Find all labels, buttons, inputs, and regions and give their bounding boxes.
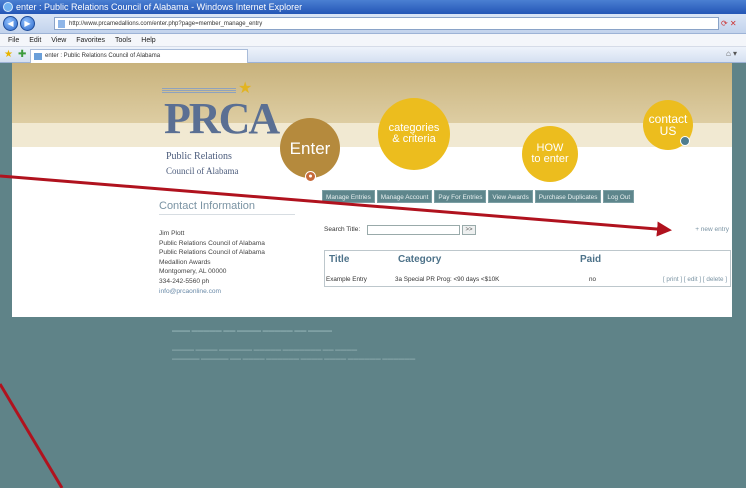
enter-label: Enter (289, 138, 331, 158)
nav-view-awards[interactable]: View Awards (488, 190, 533, 203)
tab-icon (34, 53, 42, 60)
search-row: Search Title: >> + new entry (324, 225, 731, 237)
nav-purchase-duplicates[interactable]: Purchase Duplicates (534, 190, 602, 203)
new-entry-link[interactable]: + new entry (695, 226, 729, 233)
column-header-paid: Paid (580, 254, 602, 265)
url-field[interactable]: http://www.prcamedallions.com/enter.php?… (54, 17, 719, 30)
menu-favorites[interactable]: Favorites (76, 37, 105, 44)
nav-log-out[interactable]: Log Out (603, 190, 635, 203)
logo-subtitle-1: Public Relations (166, 151, 232, 162)
enter-dot-icon: ● (305, 171, 316, 182)
how-label-2: to enter (531, 153, 569, 165)
categories-circle-button[interactable]: categories & criteria (378, 98, 450, 170)
entry-title-cell: Example Entry (326, 276, 367, 283)
nav-manage-account[interactable]: Manage Account (376, 190, 433, 203)
entries-table: Title Category Paid Example Entry 3a Spe… (324, 250, 731, 287)
search-title-label: Search Title: (324, 226, 361, 233)
nav-pay-for-entries[interactable]: Pay For Entries (434, 190, 487, 203)
menu-edit[interactable]: Edit (29, 37, 41, 44)
prca-logo[interactable]: ★ PRCA Public Relations Council of Alaba… (162, 81, 280, 203)
header-light-strip (12, 123, 732, 147)
header-band (12, 63, 732, 147)
tab-title: enter : Public Relations Council of Alab… (45, 53, 161, 59)
menu-tools[interactable]: Tools (115, 37, 131, 44)
contact-email-link[interactable]: info@prcaonline.com (159, 287, 265, 297)
page-icon (58, 20, 65, 28)
contact-line: 334-242-5560 ph (159, 277, 210, 285)
web-page: ★ PRCA Public Relations Council of Alaba… (0, 63, 746, 488)
contact-dot-icon (680, 136, 690, 146)
contact-line: Public Relations Council of Alabama (159, 239, 265, 247)
home-icon[interactable]: ⌂ ▾ (726, 49, 737, 58)
menu-help[interactable]: Help (141, 37, 155, 44)
logo-text: PRCA (164, 94, 280, 143)
search-submit-button[interactable]: >> (462, 225, 476, 235)
favorites-star-icon[interactable]: ★ (4, 49, 13, 61)
column-header-category: Category (398, 254, 442, 265)
menu-bar: File Edit View Favorites Tools Help (0, 34, 746, 47)
contact-details: Jim Plott Public Relations Council of Al… (159, 229, 265, 296)
tab-bar: ★ ✚ enter : Public Relations Council of … (0, 47, 746, 63)
add-favorite-icon[interactable]: ✚ (18, 49, 26, 61)
window-titlebar: enter : Public Relations Council of Alab… (0, 0, 746, 14)
browser-window: enter : Public Relations Council of Alab… (0, 0, 746, 488)
search-title-input[interactable] (367, 225, 460, 235)
ie-icon (3, 2, 13, 12)
menu-file[interactable]: File (8, 37, 19, 44)
address-bar: ◀ ▶ http://www.prcamedallions.com/enter.… (0, 14, 746, 34)
forward-button[interactable]: ▶ (20, 16, 35, 31)
footer-nav-line: ▬▬▬ ▬▬▬▬▬ ▬▬ ▬▬▬▬ ▬▬▬▬▬ ▬▬ ▬▬▬▬ (172, 328, 333, 334)
contact-line: Jim Plott (159, 230, 185, 237)
how-to-enter-circle-button[interactable]: HOW to enter (522, 126, 578, 182)
contact-label-2: US (659, 124, 677, 138)
contact-heading: Contact Information (159, 200, 255, 212)
column-header-title: Title (329, 254, 350, 265)
contact-line: Medallion Awards (159, 258, 211, 266)
contact-line: Public Relations Council of Alabama (159, 249, 265, 257)
categories-label-2: & criteria (392, 133, 436, 145)
tab-current[interactable]: enter : Public Relations Council of Alab… (30, 49, 248, 63)
url-text: http://www.prcamedallions.com/enter.php?… (69, 21, 263, 27)
refresh-stop-buttons[interactable]: ⟳ ✕ (721, 17, 743, 30)
footer-copyright-line: ▬▬▬▬ ▬▬▬▬ ▬▬▬▬▬▬ ▬▬▬▬▬ ▬▬▬▬▬▬▬ ▬▬ ▬▬▬▬ (172, 347, 358, 353)
member-nav: Manage Entries Manage Account Pay For En… (322, 190, 635, 203)
entry-paid-cell: no (589, 276, 597, 283)
entry-category-cell: 3a Special PR Prog: <90 days <$10K (395, 276, 500, 283)
window-title: enter : Public Relations Council of Alab… (16, 2, 303, 12)
contact-line: Montgomery, AL 00000 (159, 268, 227, 276)
logo-subtitle-2: Council of Alabama (166, 166, 239, 176)
entry-actions-links[interactable]: [ print ] [ edit ] [ delete ] (663, 276, 727, 283)
footer-credit-line: ▬▬▬▬▬ ▬▬▬▬▬ ▬▬ ▬▬▬▬ ▬▬▬▬▬▬ ▬▬▬▬ ▬▬▬▬ ▬▬▬… (172, 356, 416, 362)
enter-circle-button[interactable]: Enter (280, 118, 340, 178)
contact-divider (159, 214, 295, 215)
back-button[interactable]: ◀ (3, 16, 18, 31)
nav-manage-entries[interactable]: Manage Entries (322, 190, 375, 203)
page-container: ★ PRCA Public Relations Council of Alaba… (12, 63, 732, 488)
menu-view[interactable]: View (51, 37, 66, 44)
